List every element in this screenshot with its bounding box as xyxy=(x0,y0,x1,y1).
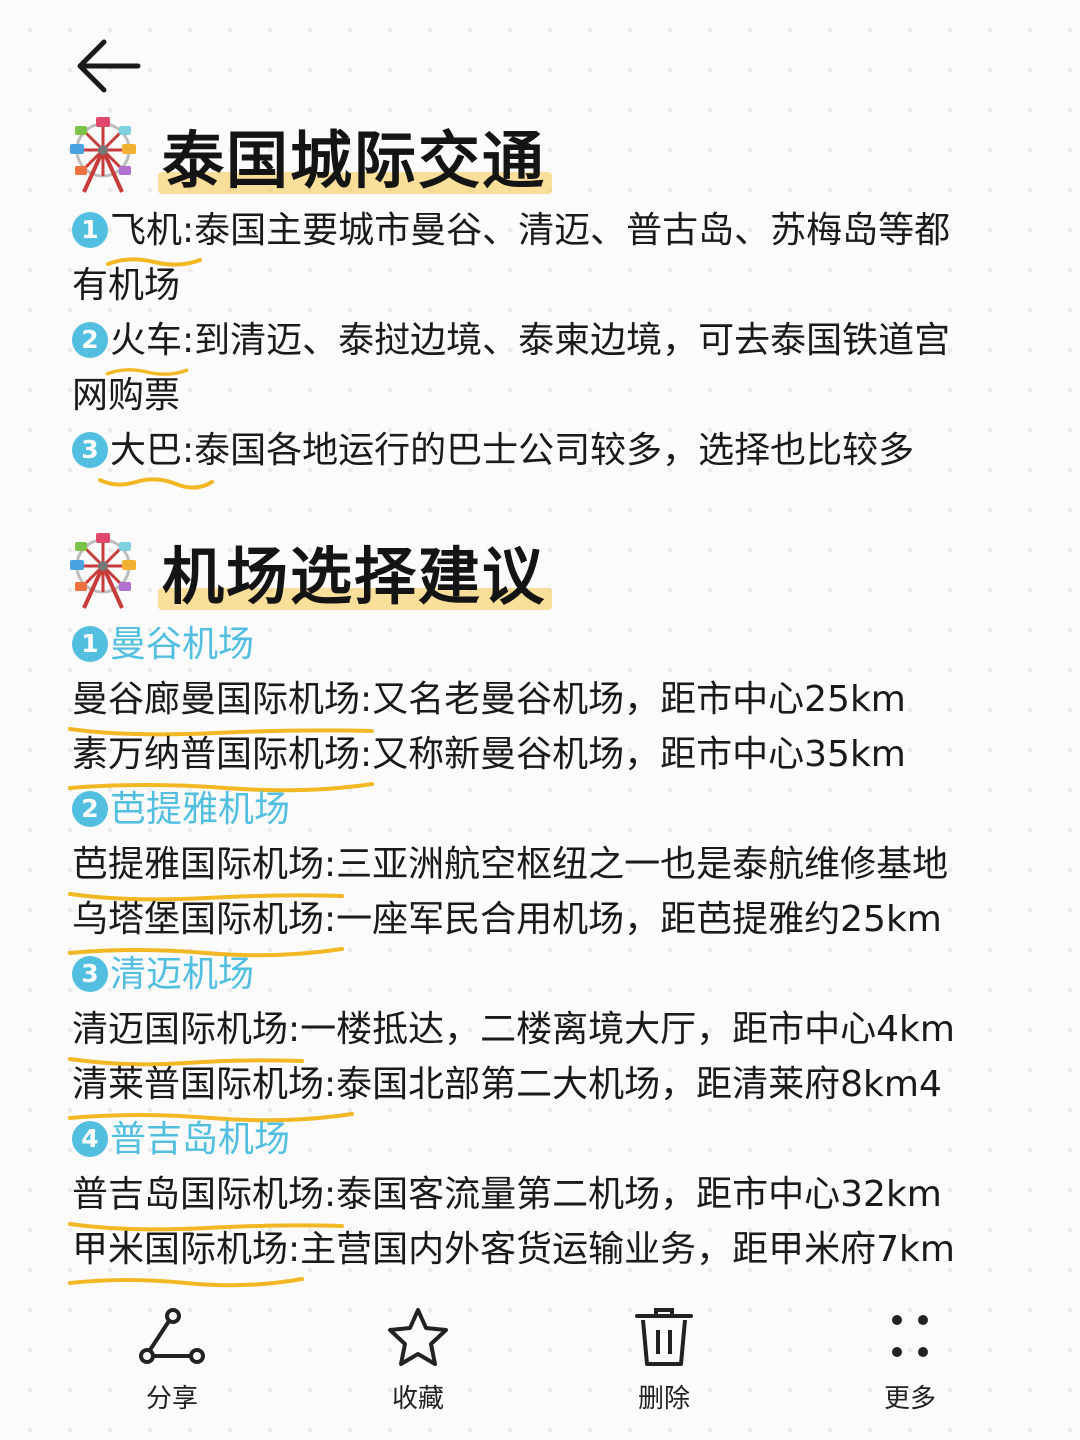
list-item: 曼谷廊曼国际机场:又名老曼谷机场，距市中心25km xyxy=(68,672,1032,737)
list-item: 3 大巴:泰国各地运行的巴士公司较多，选择也比较多 xyxy=(72,423,1032,490)
trash-icon xyxy=(635,1308,693,1366)
list-item: 1 飞机:泰国主要城市曼谷、清迈、普古岛、苏梅岛等都 xyxy=(72,203,1032,267)
list-item: 素万纳普国际机场:又称新曼谷机场，距市中心35km xyxy=(68,727,1032,793)
section-title-text: 机场选择建议 xyxy=(157,526,553,616)
group-heading: 4 普吉岛机场 xyxy=(72,1112,1032,1167)
airport-list: 1 曼谷机场 曼谷廊曼国际机场:又名老曼谷机场，距市中心25km 素万纳普国际机场… xyxy=(68,617,1032,1288)
bottom-toolbar: 分享 收藏 删除 更多 xyxy=(0,1296,1080,1426)
list-item: 2 火车:到清迈、泰挝边境、泰柬边境，可去泰国铁道宫 xyxy=(72,313,1032,376)
number-badge: 3 xyxy=(72,432,108,468)
section-title-airports: 机场选择建议 xyxy=(62,526,553,616)
share-button[interactable]: 分享 xyxy=(102,1296,242,1415)
ferris-wheel-icon xyxy=(70,117,136,193)
list-item: 乌塔堡国际机场:一座军民合用机场，距芭提雅约25km xyxy=(68,892,1032,958)
number-badge: 4 xyxy=(72,1121,108,1157)
list-item: 清莱普国际机场:泰国北部第二大机场，距清莱府8km4 xyxy=(68,1057,1032,1123)
number-badge: 2 xyxy=(72,791,108,827)
underlined-key: 火车 xyxy=(105,313,189,376)
back-arrow-icon xyxy=(77,39,141,93)
section-title-intercity: 泰国城际交通 xyxy=(62,110,553,200)
list-item-continued: 有机场 xyxy=(72,265,181,306)
underlined-key: 飞机 xyxy=(106,203,202,267)
number-badge: 3 xyxy=(72,956,108,992)
ferris-wheel-icon xyxy=(70,533,136,609)
more-button[interactable]: 更多 xyxy=(840,1296,980,1415)
delete-button[interactable]: 删除 xyxy=(594,1296,734,1415)
group-heading: 2 芭提雅机场 xyxy=(72,782,1032,837)
back-button[interactable] xyxy=(72,34,144,98)
share-icon xyxy=(139,1308,205,1364)
number-badge: 1 xyxy=(72,626,108,662)
number-badge: 1 xyxy=(72,212,108,248)
list-item: 甲米国际机场:主营国内外客货运输业务，距甲米府7km xyxy=(68,1222,1032,1288)
list-item: 芭提雅国际机场:三亚洲航空枢纽之一也是泰航维修基地 xyxy=(68,837,1032,902)
group-heading: 3 清迈机场 xyxy=(72,947,1032,1002)
list-item: 普吉岛国际机场:泰国客流量第二机场，距市中心32km xyxy=(68,1167,1032,1232)
intercity-list: 1 飞机:泰国主要城市曼谷、清迈、普古岛、苏梅岛等都 有机场 2 火车:到清迈、泰挝… xyxy=(72,203,1032,490)
list-item: 清迈国际机场:一楼抵达，二楼离境大厅，距市中心4km xyxy=(68,1002,1032,1067)
list-item-continued: 网购票 xyxy=(72,375,181,416)
more-icon xyxy=(892,1315,928,1357)
star-icon xyxy=(388,1308,448,1366)
section-title-text: 泰国城际交通 xyxy=(157,110,553,200)
favorite-button[interactable]: 收藏 xyxy=(348,1296,488,1415)
number-badge: 2 xyxy=(72,322,108,358)
group-heading: 1 曼谷机场 xyxy=(72,617,1032,672)
underlined-key: 大巴 xyxy=(98,423,214,490)
